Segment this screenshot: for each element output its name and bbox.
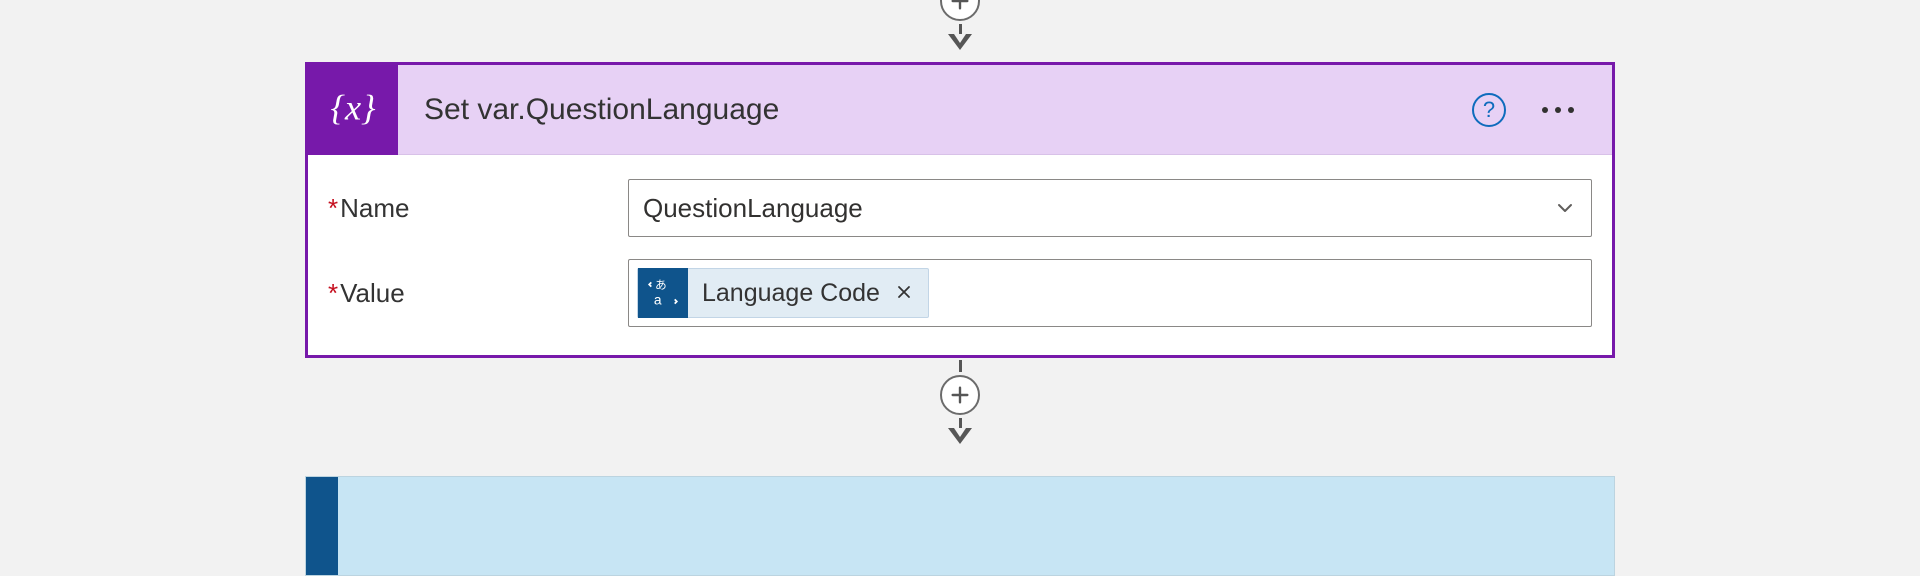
arrow-down-icon [948,34,972,50]
dynamic-content-token[interactable]: あ a Language Code [637,268,929,318]
form-row-value: *Value あ a [328,259,1592,327]
required-marker: * [328,278,338,308]
card-body: *Name QuestionLanguage *Value [308,155,1612,355]
svg-text:{x}: {x} [330,87,376,127]
connector-line [959,360,962,372]
connector-top [940,0,980,50]
plus-icon [949,384,971,406]
form-row-name: *Name QuestionLanguage [328,179,1592,237]
chevron-down-icon [1553,196,1577,220]
token-label: Language Code [702,279,880,308]
token-remove-button[interactable] [892,280,916,306]
required-marker: * [328,193,338,223]
variable-icon: {x} [308,65,398,155]
svg-text:あ: あ [655,279,667,292]
next-action-card[interactable] [305,476,1615,576]
arrow-down-icon [948,428,972,444]
value-input[interactable]: あ a Language Code [628,259,1592,327]
label-value: *Value [328,278,628,309]
more-menu-button[interactable] [1534,99,1582,121]
plus-icon [949,0,971,12]
add-step-button-top[interactable] [940,0,980,21]
card-header[interactable]: {x} Set var.QuestionLanguage ? [308,65,1612,155]
connector-bottom [940,360,980,444]
close-icon [896,284,912,300]
card-title: Set var.QuestionLanguage [424,93,1472,127]
action-card-set-variable: {x} Set var.QuestionLanguage ? *Name Que… [305,62,1615,358]
next-action-icon-strip [306,477,338,575]
name-dropdown-value: QuestionLanguage [643,193,1553,224]
add-step-button-bottom[interactable] [940,375,980,415]
svg-text:a: a [654,292,662,308]
help-icon[interactable]: ? [1472,93,1506,127]
translate-icon: あ a [638,268,688,318]
name-dropdown[interactable]: QuestionLanguage [628,179,1592,237]
label-name: *Name [328,193,628,224]
